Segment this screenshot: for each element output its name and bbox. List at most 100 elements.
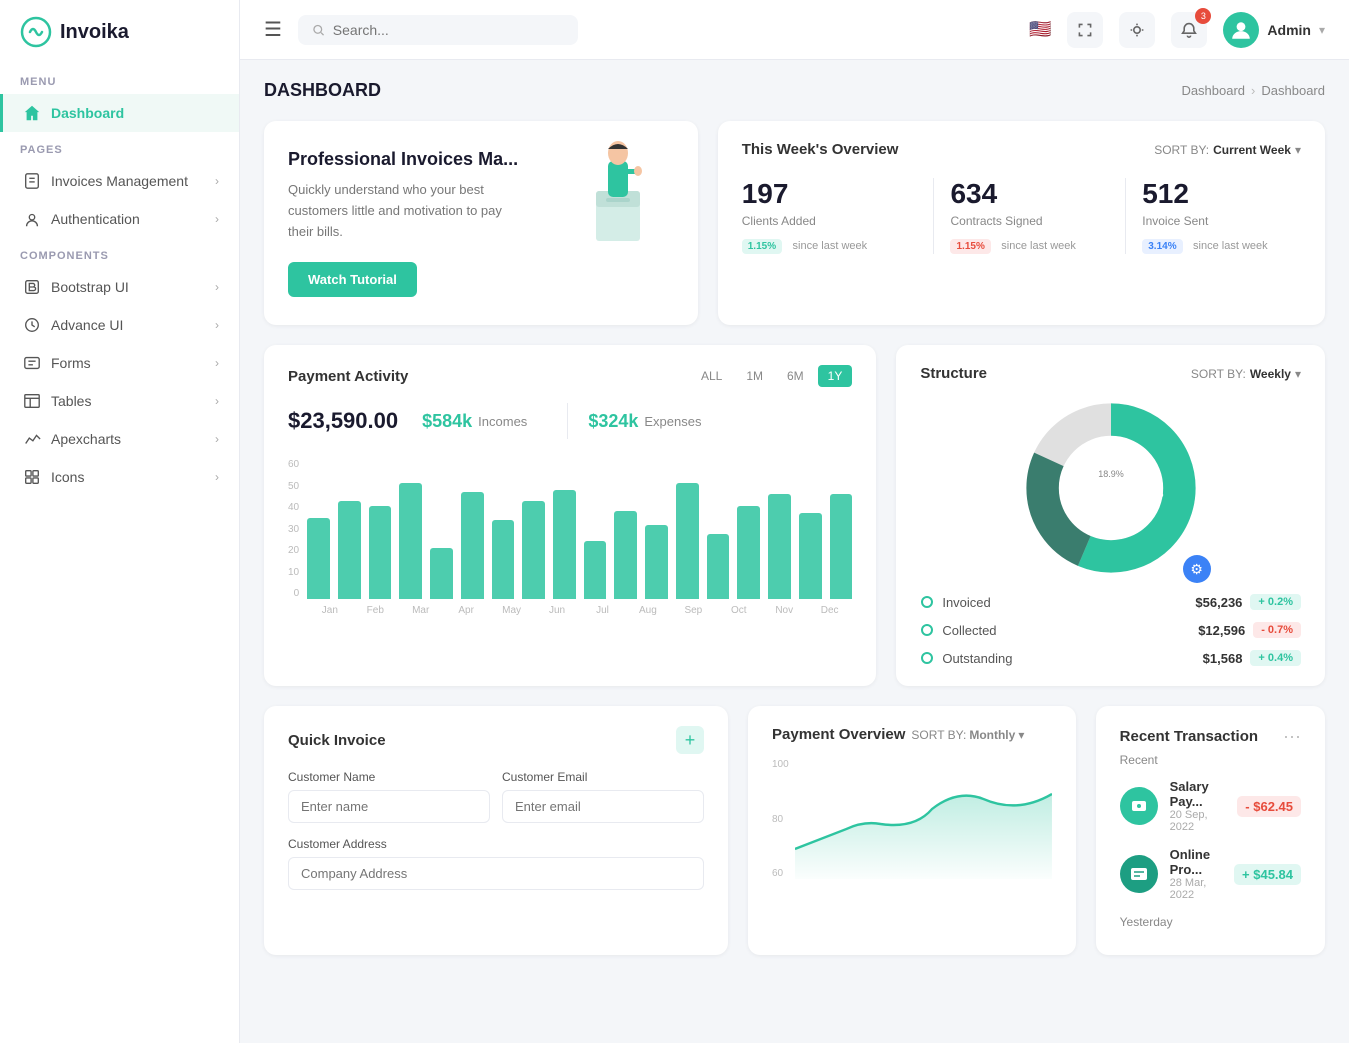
recent-tx-title: Recent Transaction	[1120, 728, 1258, 745]
search-input[interactable]	[333, 22, 564, 38]
user-menu[interactable]: Admin ▾	[1223, 12, 1325, 48]
main-area: ☰ 🇺🇸	[240, 0, 1349, 1043]
donut-chart: 56.3% 25.4% 18.9% ⚙	[1021, 398, 1201, 578]
stat-contracts: 634 Contracts Signed 1.15% since last we…	[933, 178, 1109, 254]
legend-outstanding-right: $1,568 + 0.4%	[1203, 650, 1301, 666]
components-label: COMPONENTS	[0, 238, 239, 268]
menu-toggle[interactable]: ☰	[264, 17, 282, 42]
recent-tx-header: Recent Transaction ···	[1120, 726, 1301, 747]
customer-address-label: Customer Address	[288, 837, 704, 851]
sidebar-label-auth: Authentication	[51, 211, 205, 227]
filter-all[interactable]: ALL	[691, 365, 732, 387]
customer-name-input[interactable]	[288, 790, 490, 823]
dashboard-mid-row: Payment Activity ALL 1M 6M 1Y $23,590.00…	[264, 345, 1325, 686]
advance-icon	[23, 316, 41, 334]
sidebar-item-dashboard[interactable]: Dashboard	[0, 94, 239, 132]
chart-bar	[430, 548, 453, 599]
po-chart-wrapper: 100 80 60	[772, 759, 1052, 879]
legend-collected-left: Collected	[920, 623, 996, 638]
sidebar-item-icons[interactable]: Icons ›	[0, 458, 239, 496]
chart-month-label: Jun	[534, 605, 579, 616]
y-label-10: 10	[288, 567, 299, 578]
tx-date-salary: 20 Sep, 2022	[1170, 809, 1226, 833]
chevron-icon-auth: ›	[215, 212, 219, 226]
sidebar-item-authentication[interactable]: Authentication ›	[0, 200, 239, 238]
breadcrumb: Dashboard › Dashboard	[1181, 83, 1325, 98]
bar-chart	[307, 459, 852, 599]
invoice-icon	[23, 172, 41, 190]
fullscreen-button[interactable]	[1067, 12, 1103, 48]
svg-text:56.3%: 56.3%	[1137, 489, 1163, 499]
legend-collected-value: $12,596	[1198, 623, 1245, 638]
chart-wrapper: 60 50 40 30 20 10 0 JanFebMarAprMayJunJu…	[288, 459, 852, 616]
sidebar-item-invoices[interactable]: Invoices Management ›	[0, 162, 239, 200]
stats-sort[interactable]: SORT BY: Current Week ▾	[1154, 143, 1301, 157]
legend-outstanding-name: Outstanding	[942, 651, 1012, 666]
chart-month-label: Sep	[671, 605, 716, 616]
customer-address-input[interactable]	[288, 857, 704, 890]
chart-month-label: Nov	[762, 605, 807, 616]
notification-badge: 3	[1195, 8, 1211, 24]
avatar	[1223, 12, 1259, 48]
chart-bar	[307, 518, 330, 600]
chart-bar	[492, 520, 515, 599]
activity-header: Payment Activity ALL 1M 6M 1Y	[288, 365, 852, 387]
y-label-40: 40	[288, 502, 299, 513]
legend-collected-name: Collected	[942, 623, 996, 638]
y-label-50: 50	[288, 481, 299, 492]
sidebar-item-apexcharts[interactable]: Apexcharts ›	[0, 420, 239, 458]
sidebar-item-advance[interactable]: Advance UI ›	[0, 306, 239, 344]
chart-bar	[338, 501, 361, 599]
tx-name-online: Online Pro...	[1170, 847, 1222, 877]
filter-1y[interactable]: 1Y	[818, 365, 853, 387]
stat-invoices-number: 512	[1142, 178, 1301, 210]
customer-address-group: Customer Address	[288, 837, 704, 890]
dashboard-bottom-row: Quick Invoice + Customer Name Customer E…	[264, 706, 1325, 955]
tx-info-online: Online Pro... 28 Mar, 2022	[1170, 847, 1222, 901]
legend-collected-right: $12,596 - 0.7%	[1198, 622, 1301, 638]
tx-date-online: 28 Mar, 2022	[1170, 877, 1222, 901]
chart-bar	[399, 483, 422, 600]
icons-icon	[23, 468, 41, 486]
language-flag[interactable]: 🇺🇸	[1029, 19, 1051, 40]
structure-sort[interactable]: SORT BY: Weekly ▾	[1191, 367, 1301, 381]
structure-legend: Invoiced $56,236 + 0.2% Collected	[920, 594, 1301, 666]
legend-invoiced-badge: + 0.2%	[1250, 594, 1301, 610]
watch-tutorial-button[interactable]: Watch Tutorial	[288, 262, 417, 297]
logo-text: Invoika	[60, 21, 129, 44]
chevron-icon-icons: ›	[215, 470, 219, 484]
tx-icon-online	[1129, 864, 1149, 884]
chart-separator	[567, 403, 568, 439]
sidebar-item-tables[interactable]: Tables ›	[0, 382, 239, 420]
sidebar-item-bootstrap[interactable]: Bootstrap UI ›	[0, 268, 239, 306]
structure-sort-chevron: ▾	[1295, 367, 1301, 381]
activity-expense-amount: $324k	[588, 411, 638, 432]
customer-email-input[interactable]	[502, 790, 704, 823]
chevron-icon-advance: ›	[215, 318, 219, 332]
legend-outstanding-badge: + 0.4%	[1250, 650, 1301, 666]
chart-month-label: May	[489, 605, 534, 616]
add-invoice-button[interactable]: +	[676, 726, 704, 754]
recent-tx-menu[interactable]: ···	[1283, 726, 1301, 747]
y-label-0: 0	[288, 588, 299, 599]
stat-invoices-badge: 3.14%	[1142, 239, 1182, 254]
line-chart-svg	[795, 759, 1052, 879]
stat-clients: 197 Clients Added 1.15% since last week	[742, 178, 918, 254]
sidebar-item-forms[interactable]: Forms ›	[0, 344, 239, 382]
sidebar-label-invoices: Invoices Management	[51, 173, 205, 189]
structure-card: Structure SORT BY: Weekly ▾	[896, 345, 1325, 686]
payment-overview-sort[interactable]: SORT BY: Monthly ▾	[911, 728, 1024, 742]
gear-fab-button[interactable]: ⚙	[1183, 555, 1211, 583]
notification-button[interactable]: 3	[1171, 12, 1207, 48]
chevron-icon-forms: ›	[215, 356, 219, 370]
breadcrumb-home: Dashboard	[1181, 83, 1245, 98]
filter-1m[interactable]: 1M	[736, 365, 773, 387]
filter-6m[interactable]: 6M	[777, 365, 814, 387]
search-bar[interactable]	[298, 15, 578, 45]
po-y-80: 80	[772, 814, 789, 825]
theme-button[interactable]	[1119, 12, 1155, 48]
pages-label: PAGES	[0, 132, 239, 162]
theme-icon	[1129, 22, 1145, 38]
structure-sort-label: SORT BY:	[1191, 367, 1246, 381]
payment-activity-card: Payment Activity ALL 1M 6M 1Y $23,590.00…	[264, 345, 876, 686]
